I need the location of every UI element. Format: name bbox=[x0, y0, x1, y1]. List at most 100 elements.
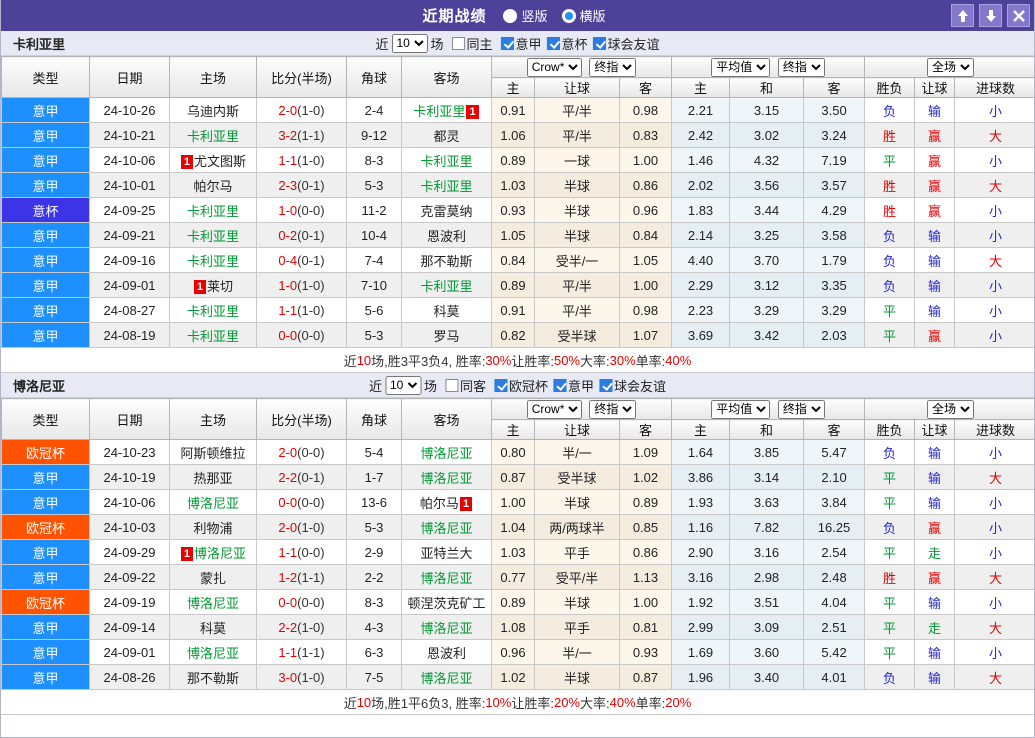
scope-select[interactable]: 全场 bbox=[927, 399, 975, 419]
odds-cell: 1.06 bbox=[491, 122, 535, 148]
final-odds-select[interactable]: 终指 bbox=[589, 399, 637, 419]
team-name-text: 卡利亚里 bbox=[186, 328, 239, 344]
summary-bar: 近 10 场,胜1平6负3, 胜率: 10% 让胜率: 20% 大率: 40% 单率: 20… bbox=[1, 690, 1034, 715]
odds-cell: 1.03 bbox=[491, 172, 535, 198]
move-up-button[interactable] bbox=[951, 4, 974, 27]
avg-odds-cell: 1.46 bbox=[671, 147, 731, 173]
close-button[interactable] bbox=[1007, 4, 1030, 27]
scope-select[interactable]: 全场 bbox=[927, 57, 975, 77]
final-odds-select[interactable]: 终指 bbox=[777, 399, 825, 419]
match-count-select[interactable]: 10 bbox=[391, 33, 428, 53]
league-filter-checkbox[interactable]: 球会友谊 bbox=[599, 376, 666, 395]
bookmaker-select[interactable]: Crow* bbox=[526, 57, 582, 77]
summary-text: 20% bbox=[665, 694, 692, 710]
avg-odds-cell: 4.04 bbox=[803, 589, 866, 615]
same-venue-checkbox[interactable]: 同主 bbox=[451, 34, 493, 53]
league-filters: 欧冠杯 意甲 球会友谊 bbox=[489, 376, 666, 395]
league-filter-checkbox[interactable]: 欧冠杯 bbox=[494, 376, 548, 395]
checkbox-label: 同客 bbox=[459, 378, 486, 394]
fulltime-score: 1-2 bbox=[278, 569, 298, 585]
layout-radio-horizontal[interactable]: 横版 bbox=[561, 6, 606, 25]
score-cell: 0-0(0-0) bbox=[256, 322, 347, 348]
league-filter-checkbox[interactable]: 意甲 bbox=[553, 376, 594, 395]
results-table-bologna: 类型 日期 主场 比分(半场) 角球 客场 Crow* 终指 平均值 终指 全场… bbox=[1, 398, 1034, 690]
fulltime-score: 2-2 bbox=[278, 619, 298, 635]
avg-odds-cell: 2.02 bbox=[671, 172, 731, 198]
match-row: 意甲 24-09-22 蒙扎 1-2(1-1) 2-2 博洛尼亚 0.77 受平/半 1.13 3… bbox=[1, 564, 1034, 590]
team-name-text: 卡利亚里 bbox=[420, 178, 473, 194]
team-name-text: 尤文图斯 bbox=[194, 153, 247, 169]
halftime-score: (1-0) bbox=[297, 102, 325, 118]
odds-cell: 0.83 bbox=[618, 122, 673, 148]
fulltime-score: 0-0 bbox=[278, 494, 298, 510]
result-cell: 负 bbox=[864, 272, 916, 298]
result-cell: 赢 bbox=[914, 122, 956, 148]
result-cell: 负 bbox=[864, 439, 916, 465]
window-title: 近期战绩 bbox=[422, 8, 487, 25]
summary-text: 近 bbox=[343, 695, 357, 711]
team-cell: 卡利亚里 bbox=[169, 122, 257, 148]
odds-cell: 1.09 bbox=[618, 439, 673, 465]
league-filters: 意甲 意杯 球会友谊 bbox=[496, 34, 660, 53]
team-name-text: 莱切 bbox=[207, 278, 234, 294]
halftime-score: (1-0) bbox=[297, 302, 325, 318]
window-buttons bbox=[951, 4, 1030, 27]
result-cell: 大 bbox=[954, 122, 1034, 148]
halftime-score: (0-0) bbox=[297, 594, 325, 610]
date-cell: 24-09-22 bbox=[89, 564, 170, 590]
bookmaker-select[interactable]: Crow* bbox=[526, 399, 582, 419]
same-venue-checkbox[interactable]: 同客 bbox=[444, 376, 486, 395]
avg-odds-cell: 2.03 bbox=[803, 322, 866, 348]
result-cell: 负 bbox=[864, 97, 916, 123]
league-filter-checkbox[interactable]: 意甲 bbox=[500, 34, 542, 53]
col-corners: 角球 bbox=[346, 56, 402, 98]
match-row: 意甲 24-10-06 1 尤文图斯 1-1(1-0) 8-3 卡利亚里 0.89 一球 1.00… bbox=[1, 147, 1034, 173]
average-select[interactable]: 平均值 bbox=[711, 399, 771, 419]
avg-odds-cell: 3.09 bbox=[729, 614, 805, 640]
score-cell: 2-0(0-0) bbox=[256, 439, 347, 465]
result-cell: 胜 bbox=[864, 197, 916, 223]
team-cell: 卡利亚里 bbox=[401, 147, 492, 173]
team-name-text: 利物浦 bbox=[193, 520, 233, 536]
filter-suffix-label: 场 bbox=[423, 378, 437, 394]
titlebar: 近期战绩 竖版 横版 bbox=[1, 0, 1034, 31]
col-goals-result: 进球数 bbox=[954, 77, 1034, 98]
checkbox-icon bbox=[553, 378, 567, 392]
league-filter-checkbox[interactable]: 球会友谊 bbox=[592, 34, 660, 53]
result-cell: 小 bbox=[954, 147, 1034, 173]
final-odds-select[interactable]: 终指 bbox=[777, 57, 825, 77]
team-name-text: 顿涅茨克矿工 bbox=[407, 595, 486, 611]
date-cell: 24-10-23 bbox=[89, 439, 170, 465]
league-filter-checkbox[interactable]: 意杯 bbox=[546, 34, 588, 53]
competition-cell: 意甲 bbox=[1, 564, 90, 590]
halftime-score: (0-1) bbox=[297, 227, 325, 243]
results-table-cagliari: 类型 日期 主场 比分(半场) 角球 客场 Crow* 终指 平均值 终指 全场… bbox=[1, 56, 1034, 348]
summary-text: 大率: bbox=[580, 695, 610, 711]
corner-cell: 2-4 bbox=[346, 97, 402, 123]
halftime-score: (0-1) bbox=[297, 469, 325, 485]
team-cell: 博洛尼亚 bbox=[401, 614, 492, 640]
result-cell: 小 bbox=[954, 489, 1034, 515]
odds-cell: 0.98 bbox=[618, 97, 673, 123]
competition-cell: 欧冠杯 bbox=[1, 514, 90, 540]
result-cell: 平 bbox=[864, 464, 916, 490]
result-cell: 平 bbox=[864, 639, 916, 665]
score-cell: 1-0(1-0) bbox=[256, 272, 347, 298]
avg-odds-cell: 1.83 bbox=[671, 197, 731, 223]
team-name-text: 卡利亚里 bbox=[186, 203, 239, 219]
average-select[interactable]: 平均值 bbox=[711, 57, 771, 77]
filter-suffix-label: 场 bbox=[430, 36, 444, 52]
fulltime-score: 2-2 bbox=[278, 469, 298, 485]
score-cell: 2-0(1-0) bbox=[256, 514, 347, 540]
team-cell: 博洛尼亚 bbox=[401, 564, 492, 590]
score-cell: 3-2(1-1) bbox=[256, 122, 347, 148]
final-odds-select[interactable]: 终指 bbox=[589, 57, 637, 77]
layout-radio-vertical[interactable]: 竖版 bbox=[503, 6, 548, 25]
match-count-select[interactable]: 10 bbox=[384, 375, 421, 395]
checkbox-label: 意杯 bbox=[561, 36, 588, 52]
result-cell: 小 bbox=[954, 272, 1034, 298]
result-cell: 小 bbox=[954, 322, 1034, 348]
result-cell: 小 bbox=[954, 297, 1034, 323]
competition-cell: 意甲 bbox=[1, 272, 90, 298]
move-down-button[interactable] bbox=[979, 4, 1002, 27]
